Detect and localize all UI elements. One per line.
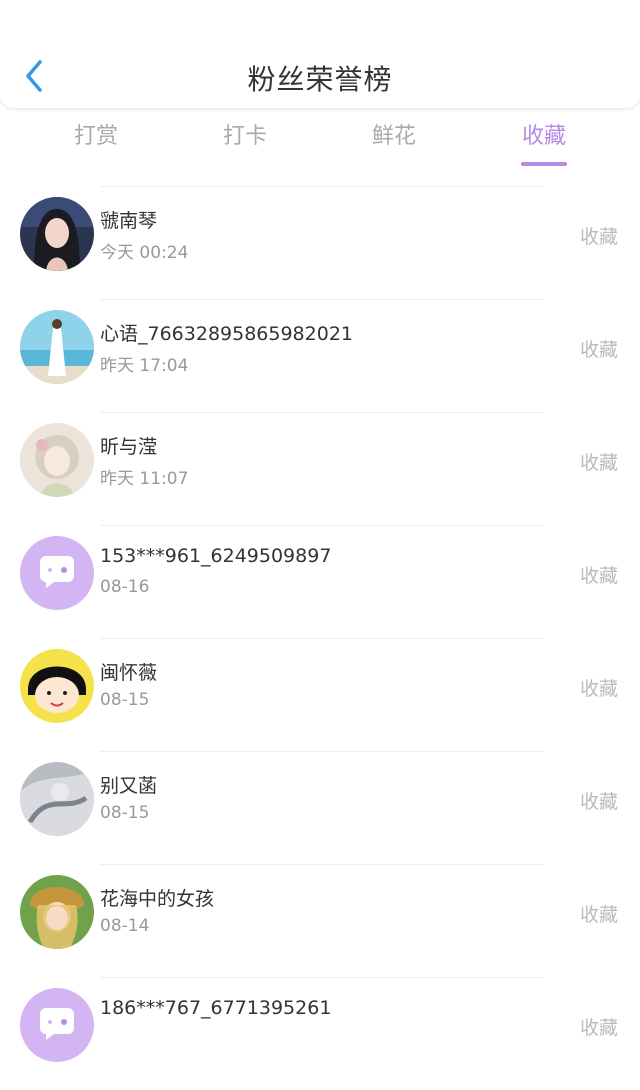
collect-label: 收藏 (579, 339, 618, 361)
active-tab-indicator (521, 162, 567, 166)
collect-label: 收藏 (579, 904, 618, 926)
timestamp: 08-15 (100, 690, 150, 710)
collect-label: 收藏 (579, 791, 618, 813)
chat-bubble-icon (20, 536, 94, 610)
tab-daka[interactable]: 打卡 (185, 118, 305, 150)
collect-label: 收藏 (579, 678, 618, 700)
user-name: 虢南琴 (100, 210, 158, 232)
avatar (20, 310, 94, 384)
page-title: 粉丝荣誉榜 (247, 63, 393, 96)
user-name: 花海中的女孩 (100, 888, 215, 910)
user-name: 别又菡 (100, 775, 158, 797)
timestamp: 昨天 17:04 (100, 356, 189, 376)
timestamp: 08-15 (100, 803, 150, 823)
avatar (20, 649, 94, 723)
tab-xianhua[interactable]: 鲜花 (334, 118, 454, 150)
user-name: 闽怀薇 (100, 662, 158, 684)
tab-shoucang[interactable]: 收藏 (484, 118, 604, 150)
timestamp: 今天 00:24 (100, 243, 189, 263)
avatar (20, 762, 94, 836)
timestamp: 08-14 (100, 916, 150, 936)
list-item[interactable]: 花海中的女孩 08-14 收藏 (0, 864, 640, 977)
avatar (20, 988, 94, 1062)
list-item[interactable]: 闽怀薇 08-15 收藏 (0, 638, 640, 751)
avatar (20, 875, 94, 949)
avatar (20, 536, 94, 610)
list-item[interactable]: 别又菡 08-15 收藏 (0, 751, 640, 864)
list-item[interactable]: 虢南琴 今天 00:24 收藏 (0, 186, 640, 299)
tab-bar: 打赏 打卡 鲜花 收藏 (0, 118, 640, 168)
user-name: 昕与滢 (100, 436, 158, 458)
collect-label: 收藏 (579, 565, 618, 587)
chat-bubble-icon (20, 988, 94, 1062)
timestamp: 08-16 (100, 577, 150, 597)
header: 粉丝荣誉榜 (0, 0, 640, 108)
list-item[interactable]: 昕与滢 昨天 11:07 收藏 (0, 412, 640, 525)
list-item[interactable]: 心语_76632895865982021 昨天 17:04 收藏 (0, 299, 640, 412)
collect-label: 收藏 (579, 1017, 618, 1039)
list-item[interactable]: 153***961_6249509897 08-16 收藏 (0, 525, 640, 638)
tab-dashang[interactable]: 打赏 (36, 118, 156, 150)
avatar (20, 197, 94, 271)
avatar (20, 423, 94, 497)
user-name: 153***961_6249509897 (100, 545, 332, 567)
timestamp: 昨天 11:07 (100, 469, 189, 489)
user-name: 186***767_6771395261 (100, 997, 332, 1019)
collect-label: 收藏 (579, 452, 618, 474)
collect-label: 收藏 (579, 226, 618, 248)
fan-list: 虢南琴 今天 00:24 收藏 心语_76632895865982021 昨天 … (0, 186, 640, 1090)
list-item[interactable]: 186***767_6771395261 收藏 (0, 977, 640, 1090)
user-name: 心语_76632895865982021 (100, 323, 354, 345)
